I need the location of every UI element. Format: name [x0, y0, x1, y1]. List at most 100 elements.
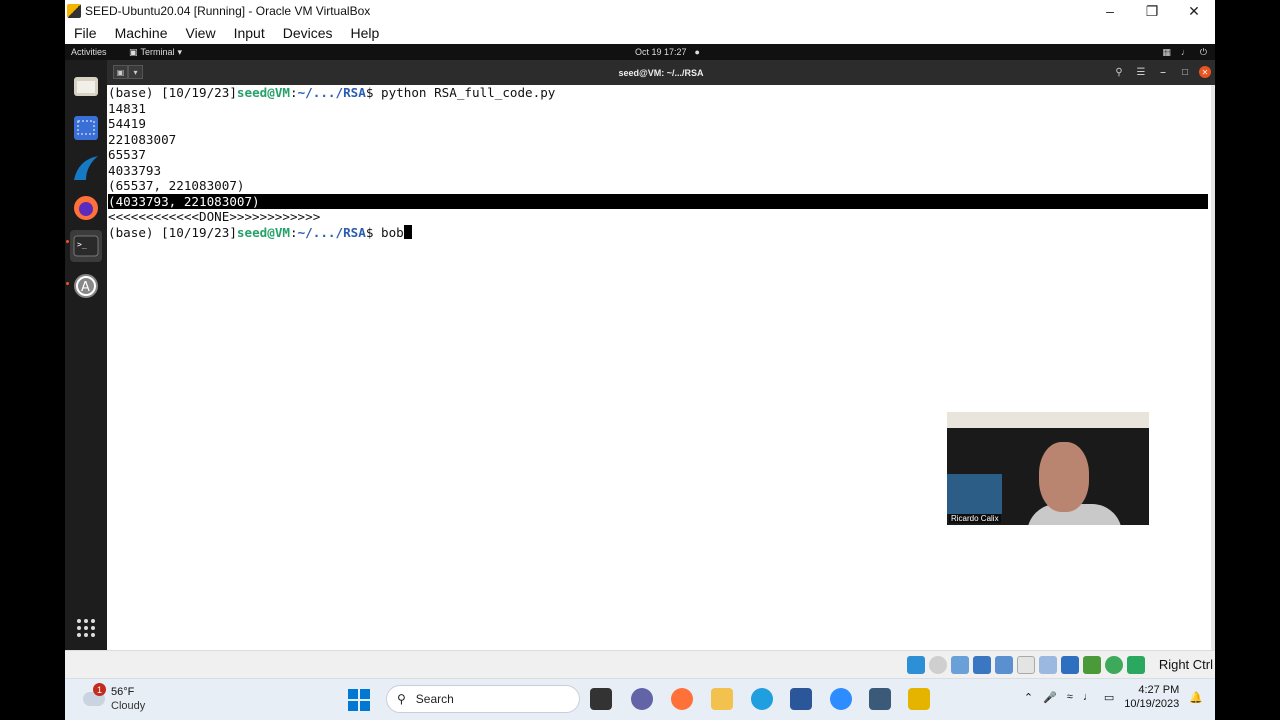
display-icon[interactable]	[1039, 656, 1057, 674]
menu-devices[interactable]: Devices	[274, 25, 342, 41]
terminal-app-menu-label: Terminal	[140, 47, 175, 57]
weather-condition: Cloudy	[111, 700, 146, 712]
zoom-icon[interactable]	[830, 688, 852, 710]
minimize-button[interactable]: –	[1089, 0, 1131, 22]
battery-icon[interactable]: ▭	[1104, 691, 1114, 704]
dock-wireshark[interactable]	[70, 152, 102, 184]
prompt-dollar: $	[365, 85, 381, 100]
dock-files[interactable]	[70, 70, 102, 102]
terminal-done-line: <<<<<<<<<<<<DONE>>>>>>>>>>>>	[108, 209, 321, 224]
cpu-icon[interactable]	[1083, 656, 1101, 674]
search-icon[interactable]: ⚲	[1111, 64, 1127, 80]
taskbar-search[interactable]: ⚲ Search	[386, 685, 580, 713]
terminal-header-bar[interactable]: ▣ ▾ seed@VM: ~/.../RSA ⚲ ☰ – □ ✕	[107, 60, 1215, 85]
prompt-user: seed@VM	[236, 85, 290, 100]
recording-icon[interactable]	[1061, 656, 1079, 674]
file-explorer-icon[interactable]	[711, 688, 733, 710]
weather-widget[interactable]: 1 56°F Cloudy	[83, 683, 146, 713]
cloud-icon: 1	[83, 683, 106, 706]
gnome-top-bar: Activities ▣ Terminal ▾ Oct 19 17:27 ● ▦…	[65, 44, 1215, 60]
shared-folders-icon[interactable]	[1017, 656, 1035, 674]
network-icon: ▦	[1162, 46, 1171, 57]
speaker-icon[interactable]: ♩	[1083, 691, 1094, 703]
screenshot-icon	[74, 116, 98, 140]
clock-label: Oct 19 17:27	[635, 47, 687, 57]
wireshark-icon	[74, 156, 98, 180]
svg-text:A: A	[81, 280, 90, 295]
audio-icon[interactable]	[951, 656, 969, 674]
virtualbox-status-bar: Right Ctrl	[65, 650, 1215, 678]
system-tray[interactable]: ▦ ♩ ⏻	[1162, 47, 1207, 58]
teams-chat-icon[interactable]	[631, 688, 653, 710]
terminal-close-button[interactable]: ✕	[1199, 66, 1211, 78]
search-icon: ⚲	[397, 692, 406, 706]
tab-menu-button[interactable]: ▾	[128, 65, 143, 79]
virtualbox-window: SEED-Ubuntu20.04 [Running] - Oracle VM V…	[65, 0, 1215, 720]
background-monitor	[947, 474, 1002, 514]
guest-additions-icon[interactable]	[1105, 656, 1123, 674]
start-button[interactable]	[348, 689, 370, 711]
hard-disk-icon[interactable]	[907, 656, 925, 674]
dock-software[interactable]: A	[70, 270, 102, 302]
host-key-label: Right Ctrl	[1158, 657, 1213, 672]
edge-icon[interactable]	[751, 688, 773, 710]
system-tray-area: ⌃ 🎤 ≈ ♩ ▭ 4:27 PM 10/19/2023 🔔	[1024, 683, 1203, 711]
restore-button[interactable]: ❐	[1131, 0, 1173, 22]
date-time[interactable]: 4:27 PM 10/19/2023	[1124, 683, 1179, 711]
task-view-icon[interactable]	[590, 688, 612, 710]
terminal-output-line: 221083007	[108, 131, 177, 147]
terminal-maximize-button[interactable]: □	[1177, 64, 1193, 80]
menu-machine[interactable]: Machine	[106, 25, 177, 41]
terminal-minimize-button[interactable]: –	[1155, 64, 1171, 80]
terminal-output[interactable]: (base) [10/19/23]seed@VM:~/.../RSA$ pyth…	[107, 85, 1211, 650]
prompt-path: ~/.../RSA	[297, 85, 366, 100]
guest-display[interactable]: Activities ▣ Terminal ▾ Oct 19 17:27 ● ▦…	[65, 44, 1215, 650]
notification-badge: 1	[93, 683, 106, 696]
microphone-icon[interactable]: 🎤	[1043, 691, 1057, 704]
dock-screenshot[interactable]	[70, 112, 102, 144]
terminal-icon: >_	[73, 235, 99, 257]
menu-view[interactable]: View	[176, 25, 224, 41]
close-button[interactable]: ✕	[1173, 0, 1215, 22]
clock[interactable]: Oct 19 17:27 ●	[635, 47, 700, 57]
usb-icon[interactable]	[995, 656, 1013, 674]
windows-taskbar: 1 56°F Cloudy ⚲ Search ⌃ 🎤 ≈ ♩ ▭ 4:27 PM…	[65, 678, 1215, 720]
menu-input[interactable]: Input	[225, 25, 274, 41]
dock-firefox[interactable]	[70, 192, 102, 224]
terminal-line-current: (base) [10/19/23]seed@VM:~/.../RSA$ bob	[108, 224, 1211, 241]
terminal-scrollbar[interactable]	[1211, 85, 1215, 650]
time-label: 4:27 PM	[1138, 684, 1180, 696]
network-adapter-icon[interactable]	[973, 656, 991, 674]
virtualbox-menu-bar: File Machine View Input Devices Help	[65, 22, 1215, 44]
microsoft-store-icon[interactable]	[790, 688, 812, 710]
wifi-icon[interactable]: ≈	[1067, 691, 1073, 703]
keyboard-capture-icon[interactable]	[1127, 656, 1145, 674]
menu-help[interactable]: Help	[342, 25, 389, 41]
screen: SEED-Ubuntu20.04 [Running] - Oracle VM V…	[0, 0, 1280, 720]
virtualbox-taskbar-icon[interactable]	[869, 688, 891, 710]
new-tab-button[interactable]: ▣	[113, 65, 128, 79]
virtualbox-title-bar[interactable]: SEED-Ubuntu20.04 [Running] - Oracle VM V…	[65, 0, 1215, 22]
prompt-separator: :	[289, 224, 298, 240]
notification-bell-icon[interactable]: 🔔	[1189, 691, 1203, 704]
terminal-output-line: 54419	[108, 116, 146, 131]
firefox-taskbar-icon[interactable]	[671, 688, 693, 710]
terminal-output-line: 4033793	[108, 162, 162, 178]
power-icon: ⏻	[1199, 46, 1207, 57]
hamburger-menu-icon[interactable]: ☰	[1133, 64, 1149, 80]
webcam-overlay: Ricardo Calix	[947, 412, 1149, 525]
vm-taskbar-icon[interactable]	[908, 688, 930, 710]
activities-button[interactable]: Activities	[71, 47, 107, 57]
show-hidden-icons-chevron-icon[interactable]: ⌃	[1024, 691, 1033, 704]
status-icons	[907, 656, 1145, 674]
terminal-app-menu[interactable]: ▣ Terminal ▾	[129, 47, 182, 58]
terminal-output-line: (65537, 221083007)	[108, 178, 245, 193]
show-applications-button[interactable]	[70, 612, 102, 644]
optical-drive-icon[interactable]	[929, 656, 947, 674]
prompt-path: ~/.../RSA	[297, 224, 366, 240]
menu-file[interactable]: File	[65, 25, 106, 41]
virtualbox-app-icon	[67, 4, 81, 18]
typed-input: bob	[381, 224, 404, 240]
dock-terminal[interactable]: >_	[70, 230, 102, 262]
command-text: python RSA_full_code.py	[381, 85, 556, 100]
